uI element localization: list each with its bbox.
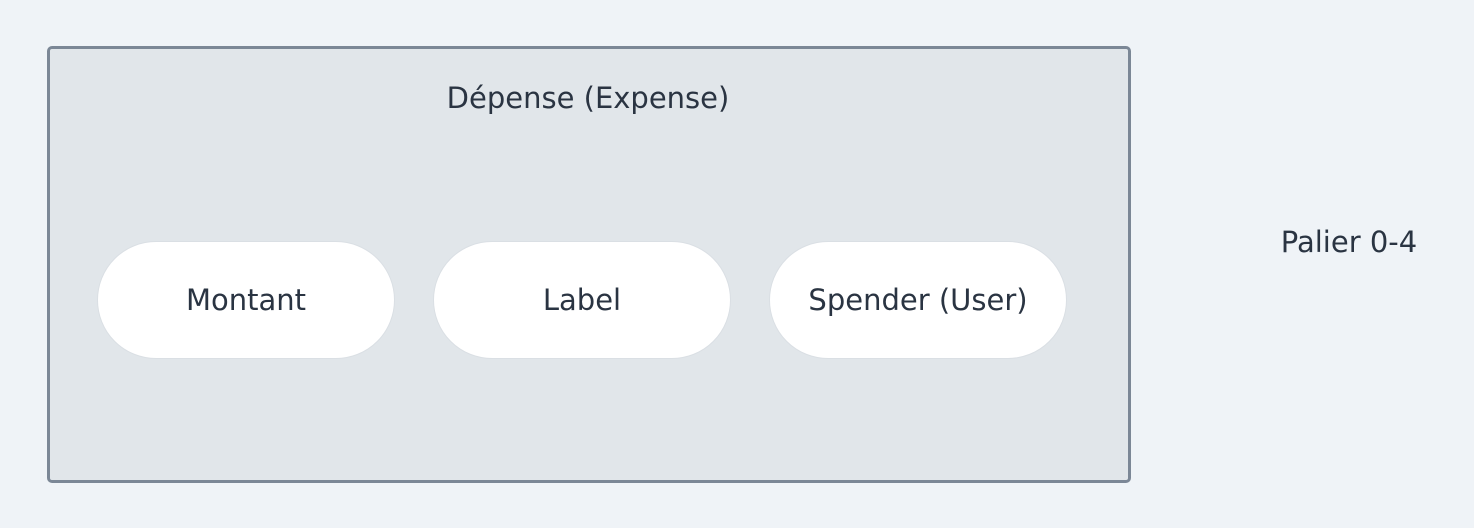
attribute-spender: Spender (User) xyxy=(769,241,1067,359)
attribute-montant: Montant xyxy=(97,241,395,359)
tier-label: Palier 0-4 xyxy=(1280,225,1418,259)
attribute-label: Label xyxy=(433,241,731,359)
entity-title: Dépense (Expense) xyxy=(446,81,730,115)
expense-entity-box: Dépense (Expense) Montant Label Spender … xyxy=(47,46,1131,483)
